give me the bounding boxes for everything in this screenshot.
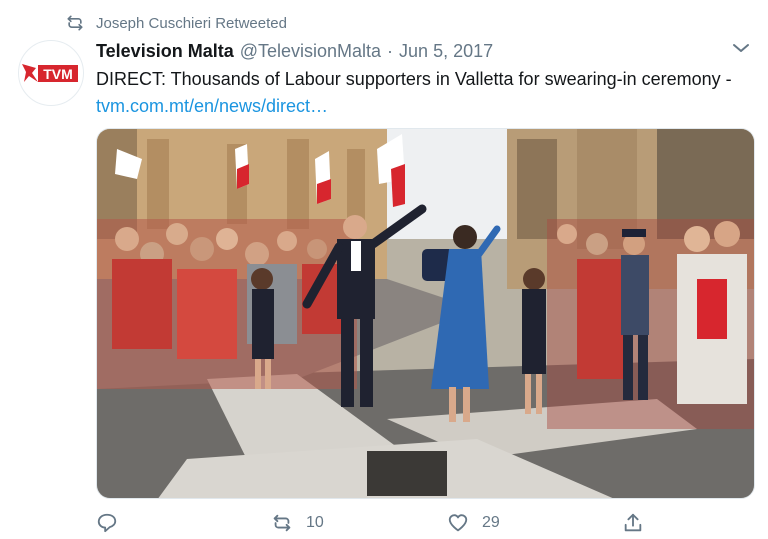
author-handle[interactable]: @TelevisionMalta <box>240 41 381 62</box>
tweet-link[interactable]: tvm.com.mt/en/news/direct… <box>96 96 328 116</box>
chevron-down-icon <box>733 44 749 52</box>
heart-icon <box>448 514 468 532</box>
retweet-icon <box>64 13 86 33</box>
like-count: 29 <box>482 514 500 531</box>
tweet-body: DIRECT: Thousands of Labour supporters i… <box>96 69 732 89</box>
tweet-date[interactable]: Jun 5, 2017 <box>399 41 493 62</box>
tvm-logo: TVM <box>22 64 78 82</box>
retweet-banner-text: Joseph Cuschieri Retweeted <box>96 14 287 32</box>
retweet-banner[interactable]: Joseph Cuschieri Retweeted <box>64 12 287 34</box>
retweet-icon <box>273 514 291 532</box>
tweet-text: DIRECT: Thousands of Labour supporters i… <box>96 66 736 120</box>
retweet-button[interactable]: 10 <box>270 510 324 536</box>
share-icon <box>624 513 642 532</box>
tweet-menu-button[interactable] <box>730 38 752 58</box>
tweet-actions: 10 29 <box>96 510 656 536</box>
reply-icon <box>97 513 117 533</box>
author-name[interactable]: Television Malta <box>96 41 234 62</box>
separator-dot: · <box>387 40 394 61</box>
tweet-photo[interactable] <box>96 128 755 499</box>
avatar[interactable]: TVM <box>18 40 84 106</box>
like-button[interactable]: 29 <box>446 510 500 536</box>
share-button[interactable] <box>622 510 644 536</box>
retweet-count: 10 <box>306 514 324 531</box>
tweet-header: Television Malta @TelevisionMalta · Jun … <box>96 38 728 64</box>
reply-button[interactable] <box>96 510 130 536</box>
avatar-logo-text: TVM <box>43 66 73 82</box>
